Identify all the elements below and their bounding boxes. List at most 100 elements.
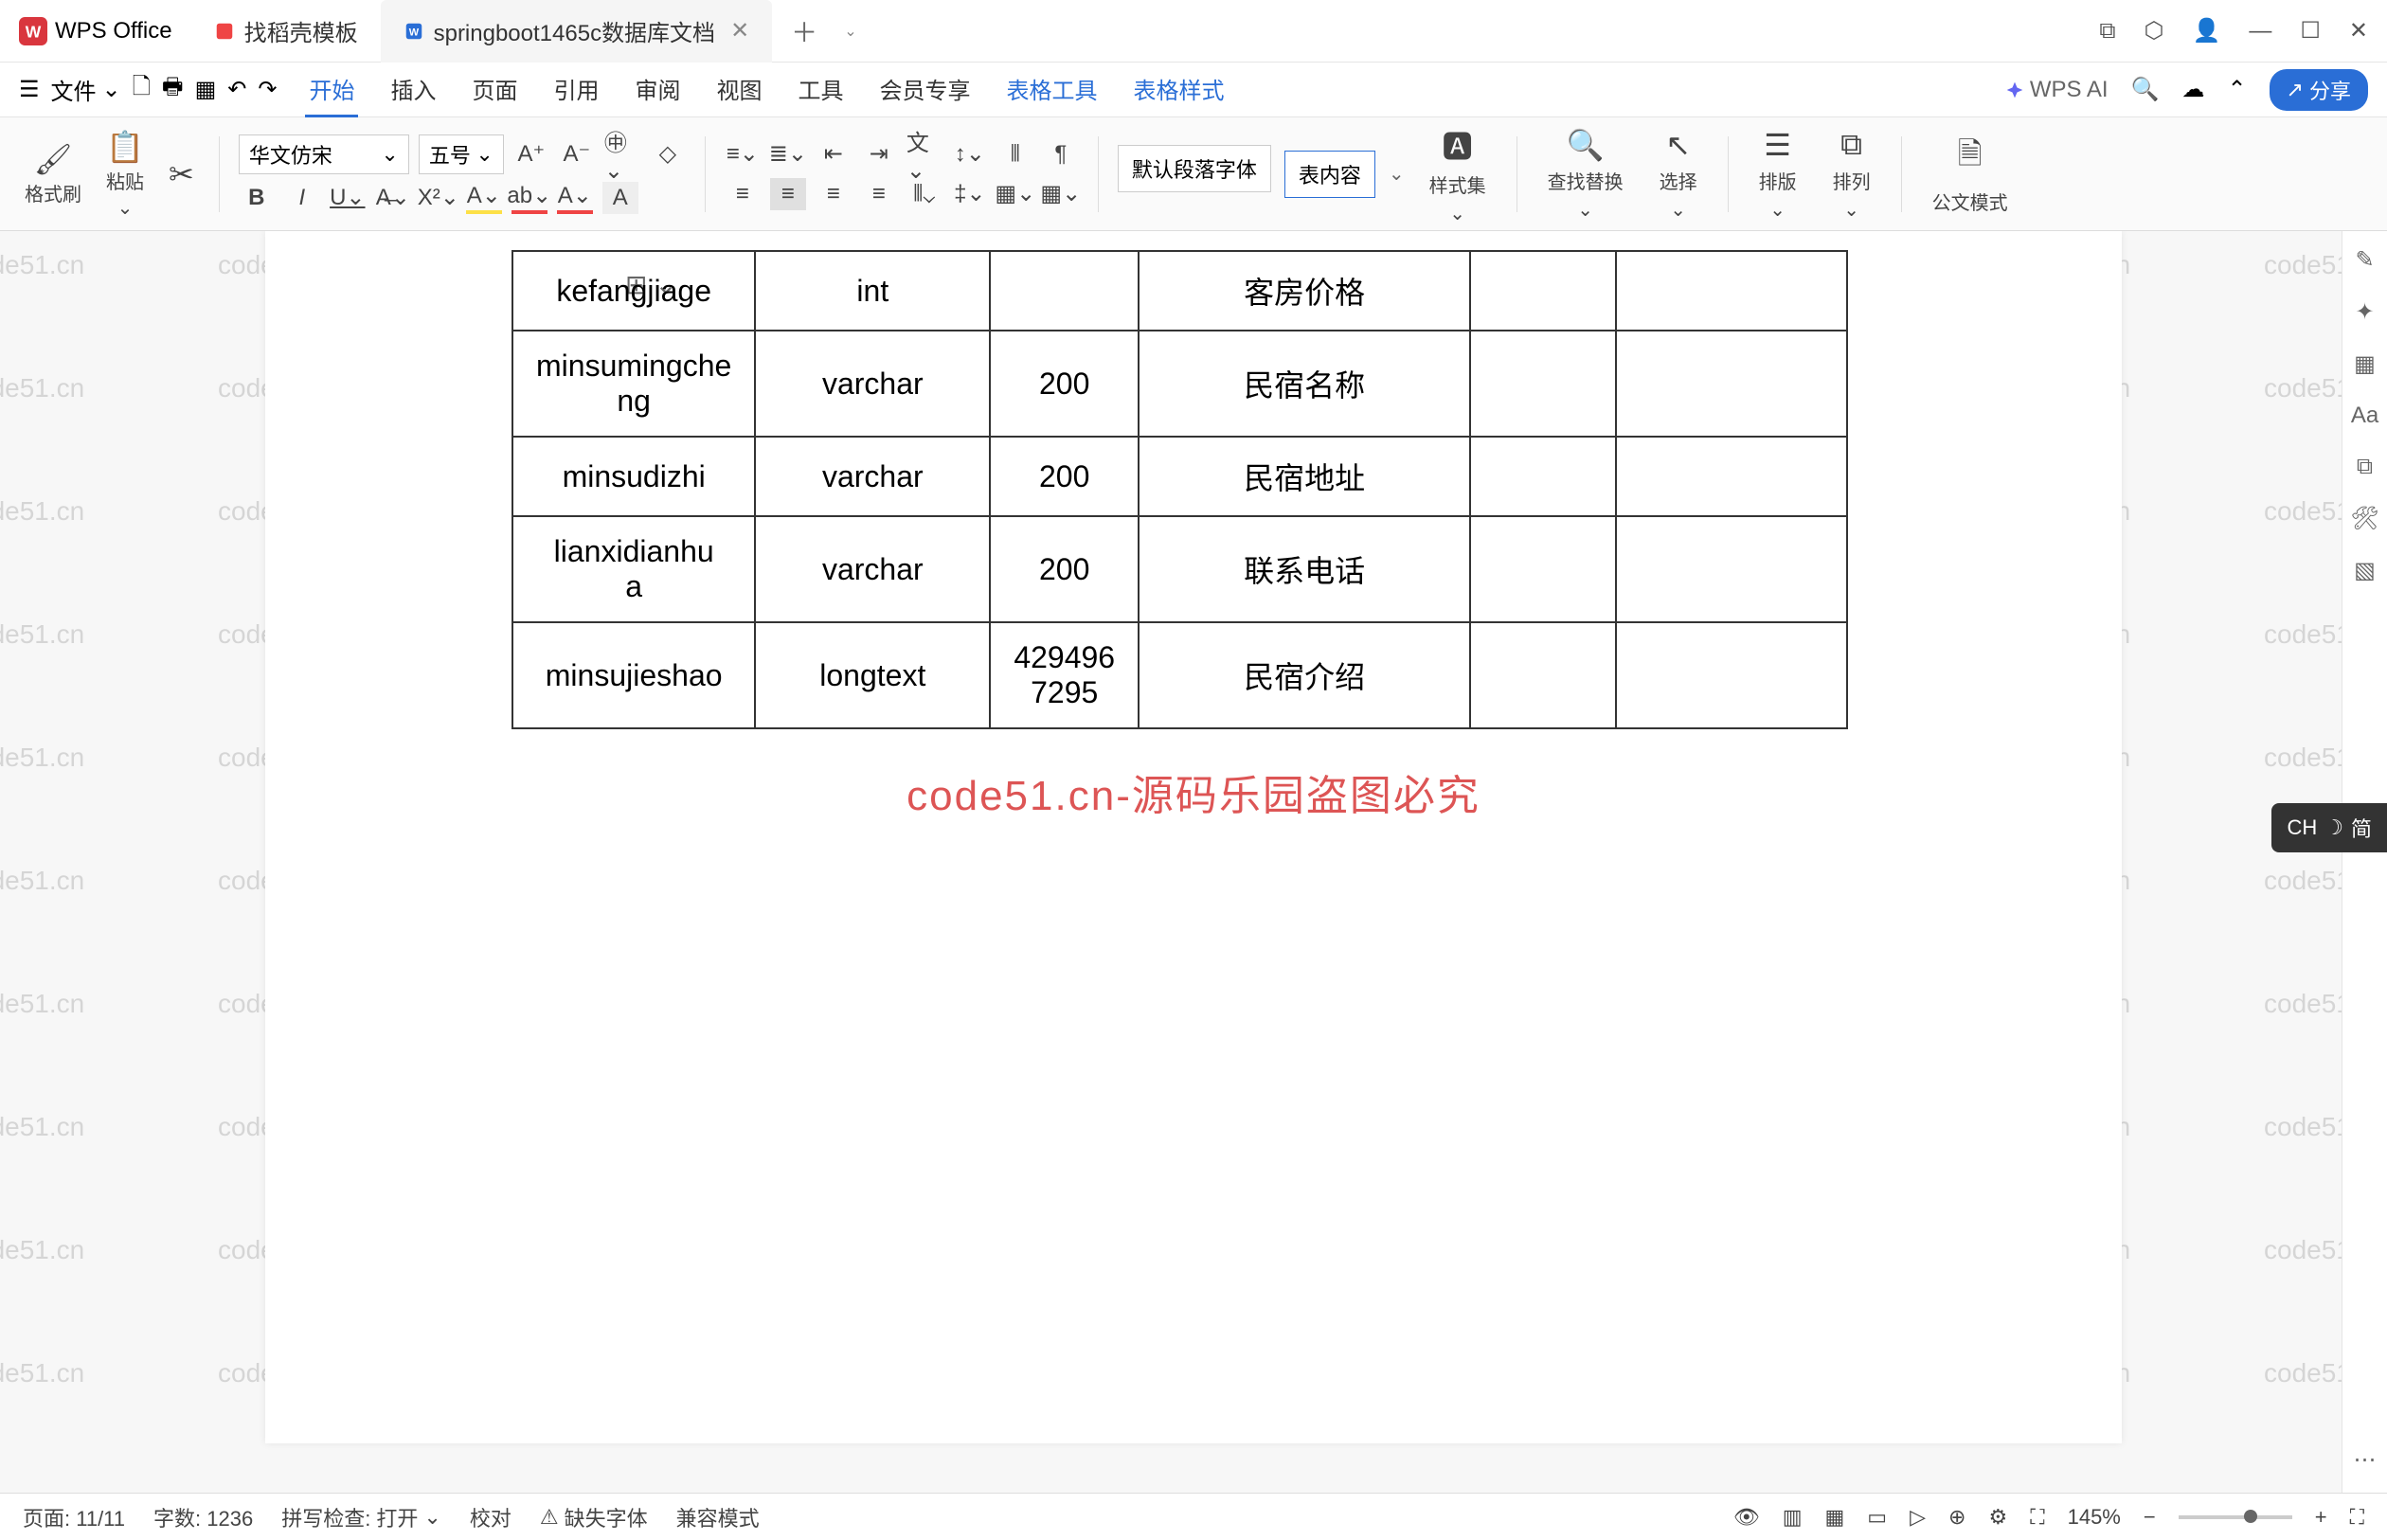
gov-mode-button[interactable]: 🗎 公文模式 — [1921, 127, 2019, 221]
zoom-value[interactable]: 145% — [2068, 1505, 2121, 1530]
table-cell[interactable] — [1470, 331, 1616, 437]
tool-icon[interactable]: 🛠 — [2350, 505, 2378, 532]
table-cell[interactable] — [1616, 516, 1847, 622]
arrange2-button[interactable]: ⧉ 排列⌄ — [1822, 121, 1882, 227]
hamburger-icon[interactable]: ☰ — [19, 76, 40, 103]
clear-format-icon[interactable]: ◇ — [650, 138, 686, 170]
paste-button[interactable]: 📋 粘贴⌄ — [100, 125, 150, 224]
zoom-in-icon[interactable]: + — [2315, 1505, 2327, 1530]
table-cell[interactable] — [990, 251, 1139, 331]
table-row[interactable]: minsumingche ngvarchar200民宿名称 — [512, 331, 1847, 437]
table-cell[interactable] — [1616, 331, 1847, 437]
missing-fonts[interactable]: ⚠ 缺失字体 — [540, 1502, 648, 1532]
phonetic-icon[interactable]: ㊥⌄ — [604, 138, 640, 170]
share-button[interactable]: ↗ 分享 — [2270, 69, 2368, 111]
sort-icon[interactable]: ↕⌄ — [952, 138, 988, 170]
line-height-icon[interactable]: ⫴ — [997, 138, 1033, 170]
table-cell[interactable]: varchar — [755, 331, 990, 437]
table-cell[interactable]: 429496 7295 — [990, 622, 1139, 728]
table-row[interactable]: minsujieshaolongtext429496 7295民宿介绍 — [512, 622, 1847, 728]
style-more-icon[interactable]: ⌄ — [1389, 162, 1405, 186]
table-cell[interactable]: minsumingche ng — [512, 331, 755, 437]
increase-indent-icon[interactable]: ⇥ — [861, 138, 897, 170]
align-center-icon[interactable]: ≡ — [770, 178, 806, 210]
format-painter-button[interactable]: 🖌 格式刷 — [19, 137, 87, 210]
layers2-icon[interactable]: ⧉ — [2357, 454, 2373, 480]
table-cell[interactable]: int — [755, 251, 990, 331]
save-icon[interactable]: 🗋 — [133, 70, 151, 109]
wps-ai-button[interactable]: WPS AI — [2005, 77, 2109, 103]
select-button[interactable]: ↖ 选择⌄ — [1648, 121, 1709, 227]
star-icon[interactable]: ✦ — [2355, 298, 2374, 326]
close-window-icon[interactable]: ✕ — [2349, 17, 2368, 45]
increase-font-icon[interactable]: A⁺ — [513, 138, 549, 170]
minimize-icon[interactable]: — — [2249, 18, 2271, 45]
distribute-icon[interactable]: ⫴⌄ — [906, 178, 942, 210]
table-row[interactable]: kefangjiageint 客房价格 — [512, 251, 1847, 331]
align-right-icon[interactable]: ≡ — [816, 178, 852, 210]
avatar-icon[interactable]: 👤 — [2192, 17, 2220, 45]
table-row[interactable]: lianxidianhu avarchar200联系电话 — [512, 516, 1847, 622]
file-menu[interactable]: 文件⌄ — [51, 73, 121, 106]
eye-icon[interactable]: 👁 — [1733, 1505, 1760, 1530]
table-cell[interactable] — [1470, 437, 1616, 516]
pencil-icon[interactable]: ✎ — [2355, 246, 2374, 274]
table-cell[interactable] — [1616, 622, 1847, 728]
zoom-out-icon[interactable]: − — [2144, 1505, 2156, 1530]
search-icon[interactable]: 🔍 — [2131, 76, 2160, 103]
table-cell[interactable]: minsudizhi — [512, 437, 755, 516]
tab-view[interactable]: 视图 — [712, 63, 765, 117]
maximize-icon[interactable]: ☐ — [2300, 17, 2321, 45]
text-color-button[interactable]: A⌄ — [557, 182, 593, 214]
ime-badge[interactable]: CH ☽ 简 — [2271, 803, 2387, 852]
find-replace-button[interactable]: 🔍 查找替换⌄ — [1536, 121, 1635, 227]
compat-mode[interactable]: 兼容模式 — [676, 1502, 760, 1532]
cut-button[interactable]: ✂ — [163, 152, 200, 196]
table-cell[interactable]: 200 — [990, 331, 1139, 437]
table-cell[interactable]: 客房价格 — [1139, 251, 1470, 331]
document-canvas[interactable]: code51.cncode51.cncode51.cncode51.cncode… — [0, 231, 2387, 1493]
align-justify-icon[interactable]: ≡ — [861, 178, 897, 210]
tab-table-tools[interactable]: 表格工具 — [1002, 63, 1101, 117]
redo-icon[interactable]: ↷ — [258, 76, 277, 103]
tab-review[interactable]: 审阅 — [631, 63, 684, 117]
borders-icon[interactable]: ▦⌄ — [1043, 178, 1079, 210]
zoom-slider[interactable] — [2179, 1515, 2292, 1519]
table-cell[interactable]: kefangjiage — [512, 251, 755, 331]
close-icon[interactable]: ✕ — [730, 17, 749, 45]
table-row[interactable]: minsudizhivarchar200民宿地址 — [512, 437, 1847, 516]
table-cell[interactable] — [1470, 251, 1616, 331]
settings-icon[interactable]: ⚙ — [1988, 1505, 2007, 1530]
more-icon[interactable]: ⋯ — [2354, 1446, 2377, 1474]
table-cell[interactable]: varchar — [755, 437, 990, 516]
tab-start[interactable]: 开始 — [305, 63, 358, 117]
tab-insert[interactable]: 插入 — [386, 63, 440, 117]
tab-table-style[interactable]: 表格样式 — [1129, 63, 1228, 117]
decrease-indent-icon[interactable]: ⇤ — [816, 138, 852, 170]
proofread-status[interactable]: 校对 — [470, 1502, 512, 1532]
view-web-icon[interactable]: ▦ — [1825, 1505, 1845, 1530]
spellcheck-status[interactable]: 拼写检查: 打开 ⌄ — [281, 1502, 441, 1532]
cloud-icon[interactable]: ☁ — [2181, 76, 2204, 103]
word-count[interactable]: 字数: 1236 — [153, 1502, 253, 1532]
table-cell[interactable]: 200 — [990, 516, 1139, 622]
text-direction-icon[interactable]: 文⌄ — [906, 138, 942, 170]
fullscreen-icon[interactable]: ⛶ — [2350, 1505, 2364, 1530]
table-cell[interactable]: varchar — [755, 516, 990, 622]
char-shading-button[interactable]: A — [602, 182, 638, 214]
db-table[interactable]: kefangjiageint客房价格minsumingche ngvarchar… — [512, 250, 1848, 729]
table-cell[interactable]: 民宿介绍 — [1139, 622, 1470, 728]
font-color-button[interactable]: A⌄ — [466, 182, 502, 214]
page-indicator[interactable]: 页面: 11/11 — [23, 1502, 125, 1532]
superscript-button[interactable]: X²⌄ — [421, 182, 457, 214]
table-cell[interactable] — [1616, 251, 1847, 331]
tab-document[interactable]: W springboot1465c数据库文档 ✕ — [381, 0, 773, 63]
number-list-icon[interactable]: ≣⌄ — [770, 138, 806, 170]
table-cell[interactable]: longtext — [755, 622, 990, 728]
highlight-button[interactable]: ab⌄ — [512, 182, 547, 214]
font-name-select[interactable]: 华文仿宋⌄ — [239, 134, 409, 174]
undo-icon[interactable]: ↶ — [227, 76, 246, 103]
play-icon[interactable]: ▷ — [1910, 1505, 1926, 1530]
tab-reference[interactable]: 引用 — [549, 63, 602, 117]
arrange-button[interactable]: ☰ 排版⌄ — [1748, 121, 1808, 227]
